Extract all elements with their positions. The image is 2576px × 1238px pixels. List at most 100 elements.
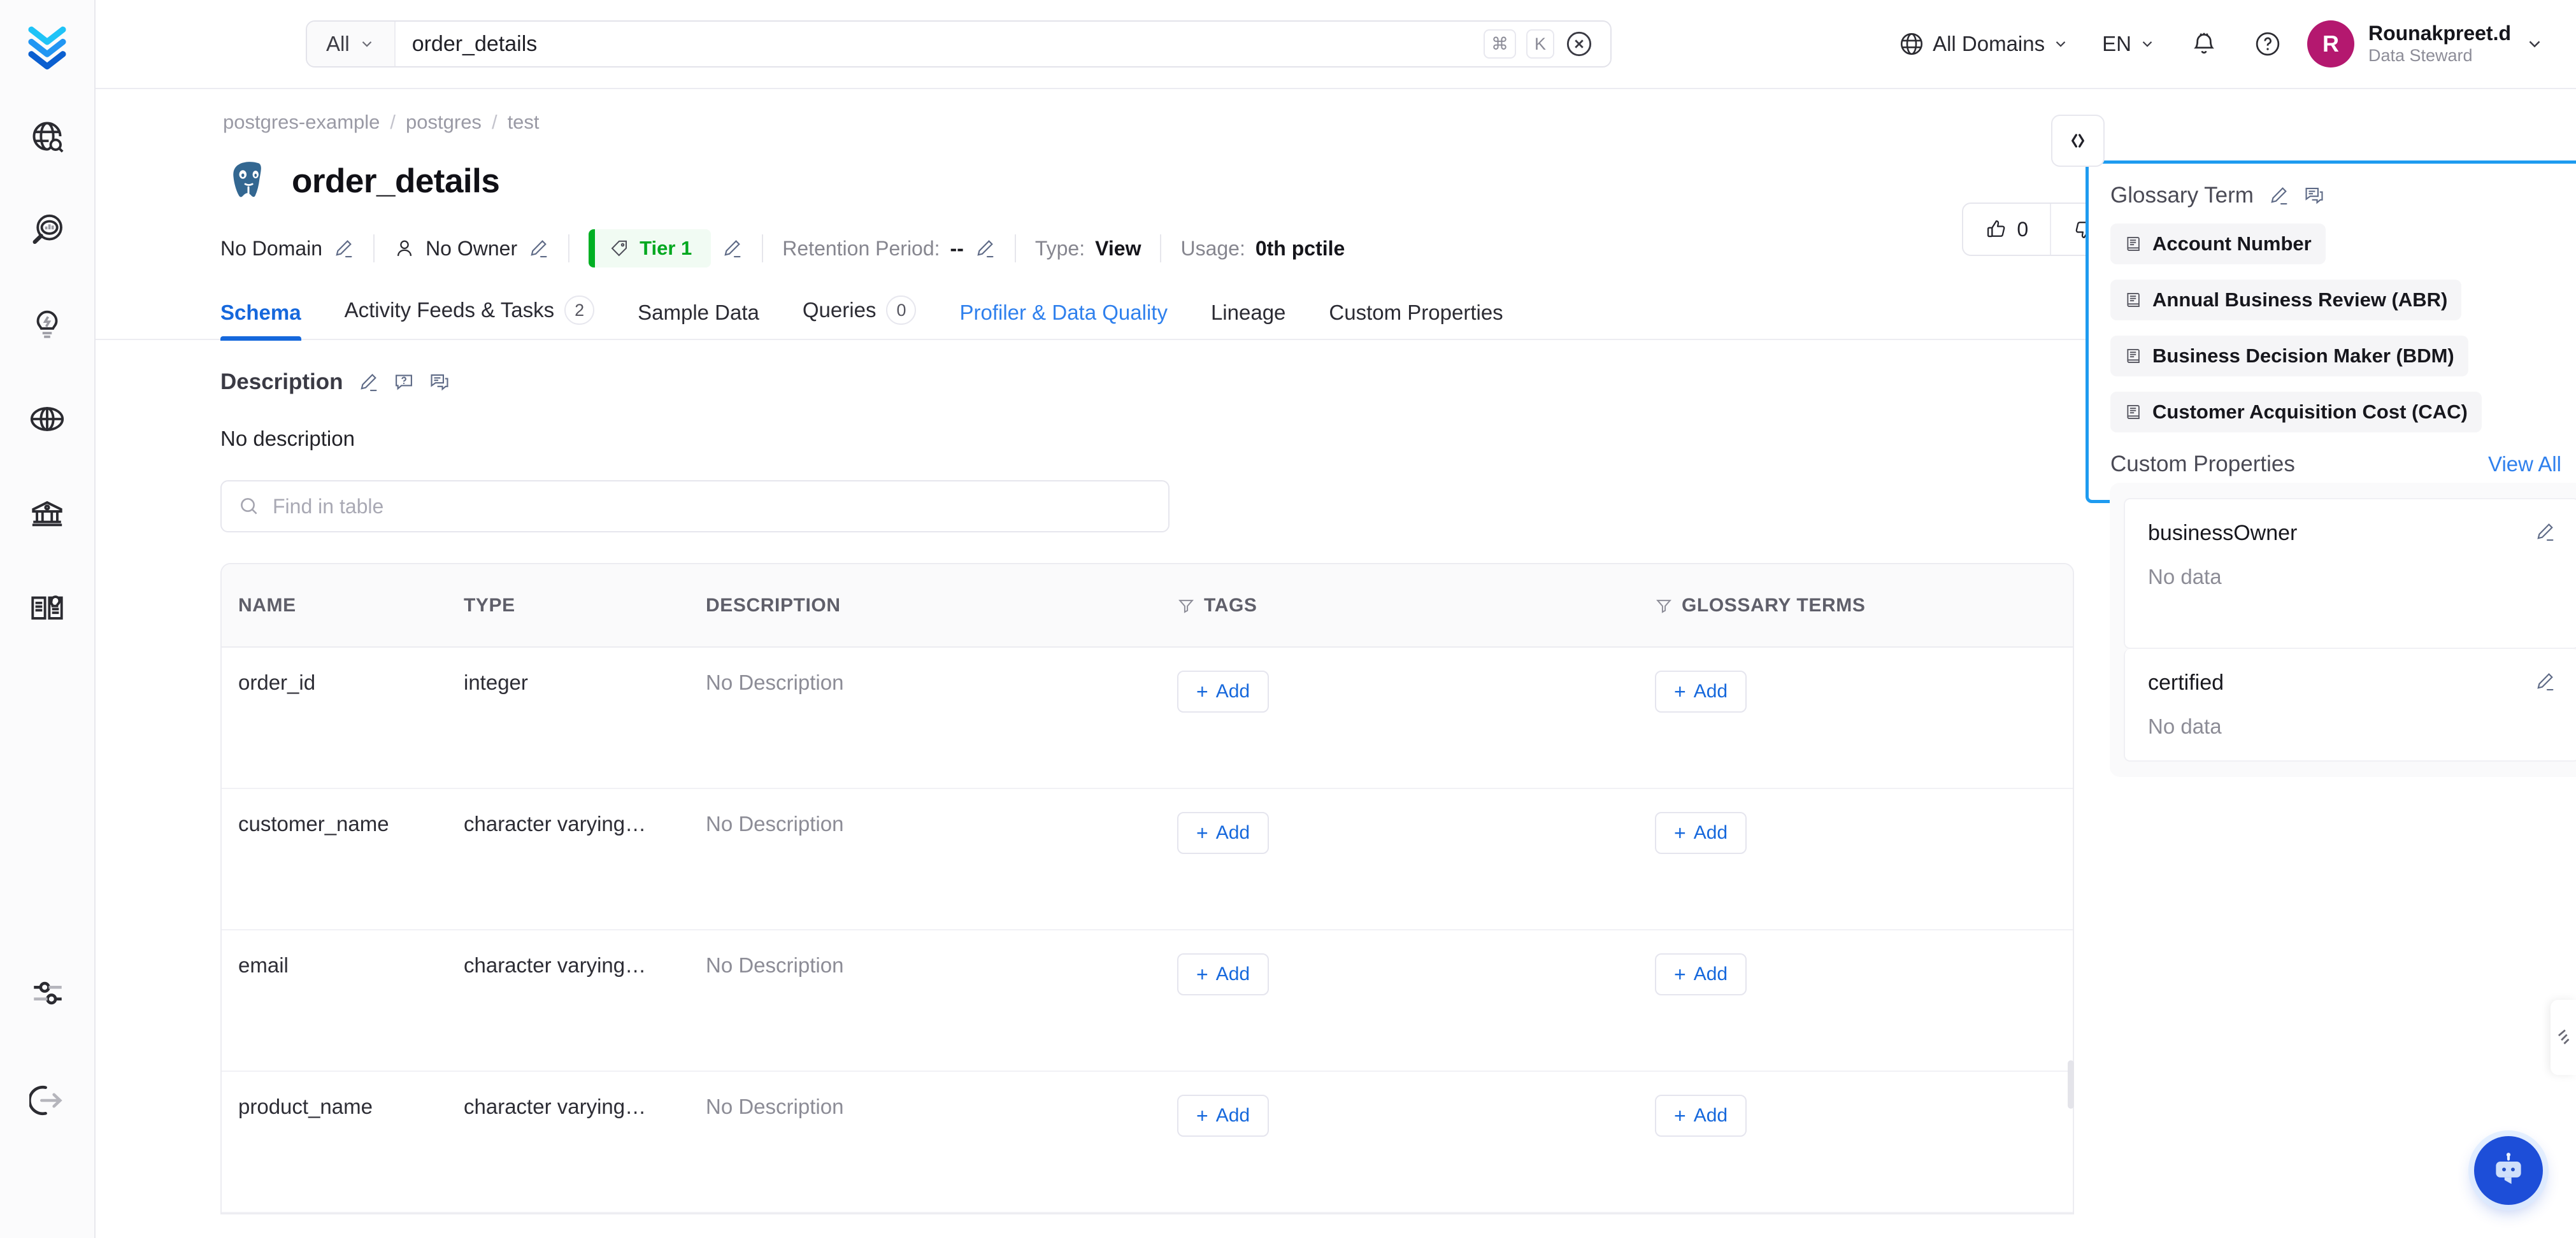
find-in-table[interactable] bbox=[220, 480, 1170, 532]
edit-custom-property-icon[interactable] bbox=[2534, 671, 2556, 692]
app-logo[interactable] bbox=[18, 18, 76, 76]
retention-field: Retention Period: -- bbox=[763, 237, 1015, 260]
column-header-description[interactable]: DESCRIPTION bbox=[706, 564, 1177, 648]
add-glossary-term-button[interactable]: + Add bbox=[1655, 812, 1747, 854]
tab-queries[interactable]: Queries 0 bbox=[781, 295, 938, 339]
custom-properties-view-all-link[interactable]: View All bbox=[2488, 452, 2561, 476]
tab-lineage[interactable]: Lineage bbox=[1189, 301, 1307, 339]
notifications-button[interactable] bbox=[2172, 30, 2236, 58]
table-row[interactable]: customer_name character varying… No Desc… bbox=[222, 788, 2073, 930]
sidebar-item-collapse[interactable] bbox=[17, 1070, 78, 1131]
add-tag-button[interactable]: + Add bbox=[1177, 671, 1270, 713]
edit-tier-icon[interactable] bbox=[721, 238, 743, 259]
filter-icon[interactable] bbox=[1177, 597, 1195, 615]
column-header-glossary-terms[interactable]: GLOSSARY TERMS bbox=[1655, 564, 2073, 648]
breadcrumb-item-1[interactable]: postgres bbox=[406, 111, 482, 134]
edit-retention-icon[interactable] bbox=[974, 238, 996, 259]
glossary-term-chip[interactable]: Business Decision Maker (BDM) bbox=[2110, 336, 2468, 376]
tier-field[interactable]: Tier 1 bbox=[569, 229, 762, 267]
sidebar-item-automations[interactable] bbox=[17, 294, 78, 355]
tab-profiler-data-quality[interactable]: Profiler & Data Quality bbox=[938, 301, 1189, 339]
sidebar-item-explore[interactable] bbox=[17, 106, 78, 167]
edit-domain-icon[interactable] bbox=[333, 238, 354, 259]
domain-label: No Domain bbox=[220, 236, 323, 260]
collapse-right-panel-button[interactable] bbox=[2051, 115, 2105, 167]
custom-property-row: businessOwner bbox=[2148, 521, 2556, 546]
custom-property-card: certified No data bbox=[2124, 649, 2576, 762]
upvote-button[interactable]: 0 bbox=[1963, 204, 2052, 255]
sidebar-item-domains[interactable] bbox=[17, 388, 78, 450]
plus-icon: + bbox=[1196, 1104, 1208, 1127]
search-scope-select[interactable]: All bbox=[307, 22, 396, 66]
table-row[interactable]: order_id integer No Description + Add + … bbox=[222, 647, 2073, 789]
chatbot-fab[interactable] bbox=[2474, 1136, 2543, 1205]
edit-owner-icon[interactable] bbox=[527, 238, 549, 259]
search-tools: ⌘ K bbox=[1484, 22, 1610, 66]
glossary-term-chip[interactable]: Customer Acquisition Cost (CAC) bbox=[2110, 392, 2482, 432]
help-button[interactable] bbox=[2236, 30, 2300, 58]
domain-selector-label: All Domains bbox=[1933, 32, 2045, 55]
add-tag-button[interactable]: + Add bbox=[1177, 953, 1270, 995]
column-header-tags[interactable]: TAGS bbox=[1177, 564, 1655, 648]
table-row[interactable]: email character varying… No Description … bbox=[222, 930, 2073, 1072]
find-in-table-input[interactable] bbox=[273, 494, 1152, 518]
user-menu[interactable]: R Rounakpreet.d Data Steward bbox=[2300, 20, 2544, 68]
add-label: Add bbox=[1215, 822, 1250, 843]
tab-schema[interactable]: Schema bbox=[220, 301, 323, 341]
table-row[interactable]: product_name character varying… No Descr… bbox=[222, 1071, 2073, 1213]
upvote-count: 0 bbox=[2017, 217, 2029, 241]
sidebar-item-settings[interactable] bbox=[17, 963, 78, 1024]
cell-name: order_id bbox=[222, 647, 464, 789]
chevron-down-icon bbox=[2139, 36, 2156, 52]
global-search: All ⌘ K bbox=[306, 20, 1612, 68]
add-tag-button[interactable]: + Add bbox=[1177, 812, 1270, 854]
sidebar-item-insights[interactable] bbox=[17, 200, 78, 261]
domain-field[interactable]: No Domain bbox=[220, 237, 373, 260]
edit-glossary-term-icon[interactable] bbox=[2268, 185, 2289, 206]
sidebar-item-glossary[interactable] bbox=[17, 577, 78, 638]
plus-icon: + bbox=[1674, 822, 1686, 844]
column-header-name[interactable]: NAME bbox=[222, 564, 464, 648]
add-tag-button[interactable]: + Add bbox=[1177, 1095, 1270, 1137]
tab-custom-properties[interactable]: Custom Properties bbox=[1307, 301, 1524, 339]
tab-count: 0 bbox=[886, 295, 917, 325]
type-label: Type: bbox=[1034, 236, 1085, 260]
tab-sample-data[interactable]: Sample Data bbox=[616, 301, 781, 339]
description-body: No description bbox=[220, 427, 355, 450]
tab-activity-feeds-tasks[interactable]: Activity Feeds & Tasks 2 bbox=[323, 295, 617, 339]
request-description-icon[interactable] bbox=[393, 371, 415, 393]
glossary-term-comments-icon[interactable] bbox=[2303, 185, 2325, 206]
language-selector[interactable]: EN bbox=[2086, 32, 2172, 56]
glossary-term-chip[interactable]: Account Number bbox=[2110, 224, 2326, 264]
filter-icon[interactable] bbox=[1655, 597, 1673, 615]
search-icon bbox=[238, 495, 260, 517]
add-glossary-term-button[interactable]: + Add bbox=[1655, 1095, 1747, 1137]
cell-glossary: + Add bbox=[1655, 647, 2073, 789]
glossary-term-chip[interactable]: Annual Business Review (ABR) bbox=[2110, 280, 2462, 320]
edit-description-icon[interactable] bbox=[357, 371, 379, 393]
tier-badge[interactable]: Tier 1 bbox=[589, 229, 712, 267]
add-glossary-term-button[interactable]: + Add bbox=[1655, 953, 1747, 995]
edit-custom-property-icon[interactable] bbox=[2534, 521, 2556, 543]
search-scope-label: All bbox=[326, 32, 350, 55]
tier-label: Tier 1 bbox=[640, 237, 692, 259]
clear-search-icon[interactable] bbox=[1564, 29, 1594, 59]
description-comments-icon[interactable] bbox=[429, 371, 450, 393]
chevron-down-icon bbox=[359, 36, 375, 52]
right-panel-scrollbar[interactable] bbox=[2068, 1060, 2074, 1109]
user-name: Rounakpreet.d bbox=[2368, 21, 2511, 45]
postgres-icon bbox=[223, 155, 274, 206]
search-input[interactable] bbox=[411, 31, 1467, 57]
owner-field[interactable]: No Owner bbox=[375, 237, 568, 260]
column-header-type[interactable]: TYPE bbox=[464, 564, 706, 648]
breadcrumb-item-0[interactable]: postgres-example bbox=[223, 111, 380, 134]
column-header-label: TAGS bbox=[1204, 594, 1257, 616]
user-meta: Rounakpreet.d Data Steward bbox=[2368, 22, 2511, 67]
left-sidebar bbox=[0, 0, 96, 1238]
breadcrumb-item-2[interactable]: test bbox=[508, 111, 540, 134]
domains-globe-icon bbox=[29, 401, 66, 438]
cell-tags: + Add bbox=[1177, 930, 1655, 1072]
add-glossary-term-button[interactable]: + Add bbox=[1655, 671, 1747, 713]
sidebar-item-govern[interactable] bbox=[17, 483, 78, 544]
domain-selector[interactable]: All Domains bbox=[1882, 31, 2086, 57]
